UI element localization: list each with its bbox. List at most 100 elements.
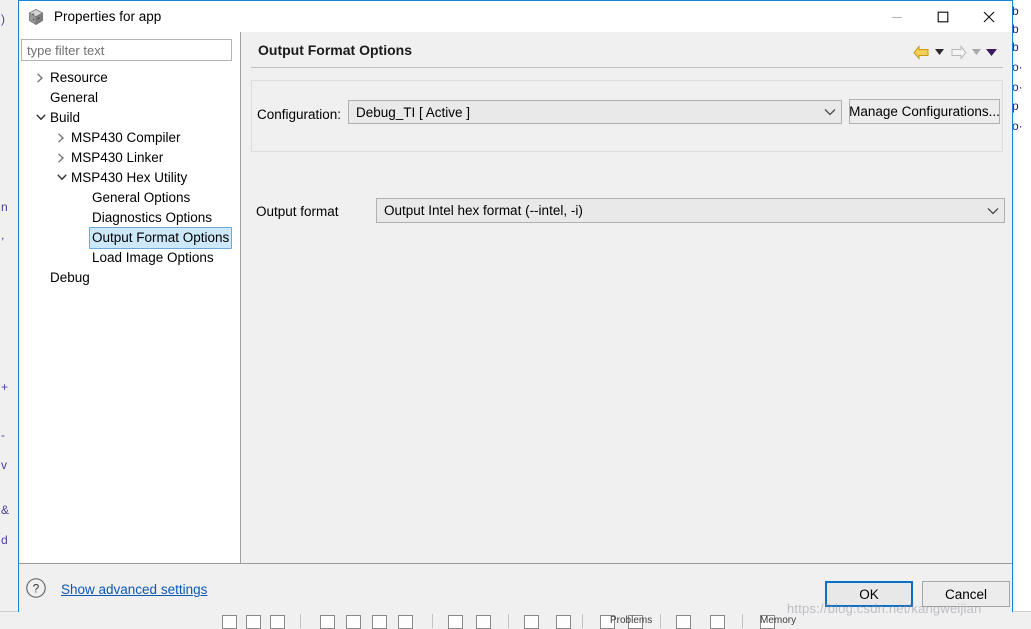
properties-dialog: Properties for app type filter text Reso… [18, 0, 1013, 612]
background-toolbar-label: Memory [760, 615, 797, 626]
ok-button[interactable]: OK [825, 581, 913, 607]
background-toolbar-icon [222, 615, 237, 629]
background-text-fragment: o· [1012, 80, 1023, 94]
manage-configurations-button[interactable]: Manage Configurations... [849, 99, 1000, 124]
show-advanced-settings-link[interactable]: Show advanced settings [61, 582, 207, 597]
chevron-down-icon [935, 49, 944, 55]
search-input[interactable] [21, 39, 232, 61]
tree-item-label: Output Format Options [89, 227, 233, 249]
back-arrow-icon [912, 44, 928, 60]
background-text-fragment: d [1, 533, 8, 547]
background-text-fragment: p [1012, 99, 1019, 113]
minimize-icon [892, 16, 902, 18]
chevron-down-icon [982, 207, 1004, 215]
background-toolbar-separator [660, 614, 661, 628]
tree-item-debug[interactable]: Debug [19, 268, 240, 288]
background-toolbar-separator [742, 614, 743, 628]
background-toolbar-icon [556, 615, 571, 629]
maximize-icon [937, 11, 949, 22]
background-toolbar-separator [508, 614, 509, 628]
tree-item-label: Debug [50, 270, 90, 285]
tree-item-build[interactable]: Build [19, 108, 240, 128]
tree-item-label: General [50, 90, 99, 105]
cube-icon [27, 8, 45, 26]
background-toolbar-icon [372, 615, 387, 629]
output-format-dropdown[interactable]: Output Intel hex format (--intel, -i) [376, 198, 1005, 223]
configuration-label: Configuration: [257, 107, 342, 122]
background-toolbar-icon [524, 615, 539, 629]
page-header: Output Format Options [251, 37, 1003, 68]
dialog-content: Resource General Build MSP430 Compiler MSP43… [19, 32, 1012, 563]
configuration-value: Debug_TI [ Active ] [356, 104, 471, 120]
settings-page-pane: Output Format Options Configuration: Deb… [242, 32, 1012, 563]
back-history-dropdown[interactable] [932, 42, 947, 62]
background-text-fragment: - [1, 428, 5, 442]
close-icon [983, 11, 995, 22]
forward-button[interactable] [947, 42, 969, 62]
tree-item-general[interactable]: General [19, 88, 240, 108]
background-text-fragment: & [1, 503, 10, 517]
chevron-right-icon[interactable] [54, 128, 68, 148]
svg-text:?: ? [33, 582, 40, 596]
chevron-down-icon[interactable] [33, 108, 47, 128]
dialog-titlebar[interactable]: Properties for app [19, 1, 1012, 32]
page-nav-icons [910, 42, 999, 62]
tree-item-label: Diagnostics Options [92, 210, 213, 225]
tree-item-label: General Options [92, 190, 191, 205]
tree-item-resource[interactable]: Resource [19, 68, 240, 88]
chevron-down-icon [972, 49, 981, 55]
tree-item-load-image-options[interactable]: Load Image Options [19, 248, 240, 268]
chevron-right-icon[interactable] [54, 148, 68, 168]
tree-item-label: Resource [50, 70, 108, 85]
chevron-down-icon [819, 108, 841, 116]
background-toolbar-separator [582, 614, 583, 628]
background-toolbar-strip: Problems Memory [0, 611, 1031, 629]
tree-item-general-options[interactable]: General Options [19, 188, 240, 208]
dialog-footer: ? Show advanced settings OK Cancel [19, 563, 1012, 612]
cancel-button[interactable]: Cancel [922, 581, 1010, 607]
close-button[interactable] [966, 1, 1012, 32]
page-menu-button[interactable] [984, 42, 999, 62]
background-toolbar-icon [246, 615, 261, 629]
chevron-down-icon[interactable] [54, 168, 68, 188]
tree-item-label: Build [50, 110, 81, 125]
background-toolbar-icon [320, 615, 335, 629]
forward-history-dropdown[interactable] [969, 42, 984, 62]
configuration-dropdown[interactable]: Debug_TI [ Active ] [348, 100, 842, 124]
tree-item-msp430-compiler[interactable]: MSP430 Compiler [19, 128, 240, 148]
background-text-fragment: n [1, 200, 8, 214]
tree-item-diagnostics-options[interactable]: Diagnostics Options [19, 208, 240, 228]
background-toolbar-separator [432, 614, 433, 628]
background-text-fragment: , [1, 228, 5, 242]
maximize-button[interactable] [920, 1, 966, 32]
background-toolbar-icon [346, 615, 361, 629]
background-toolbar-icon [676, 615, 691, 629]
background-right-strip: b b b o· o· p o· [1010, 0, 1031, 612]
background-toolbar-label: Problems [610, 615, 653, 626]
minimize-button[interactable] [874, 1, 920, 32]
tree-item-msp430-hex-utility[interactable]: MSP430 Hex Utility [19, 168, 240, 188]
tree-item-msp430-linker[interactable]: MSP430 Linker [19, 148, 240, 168]
background-text-fragment: b [1012, 4, 1019, 18]
forward-arrow-icon [951, 44, 967, 60]
chevron-right-icon[interactable] [33, 68, 47, 88]
back-button[interactable] [910, 42, 932, 62]
tree-item-label: MSP430 Hex Utility [71, 170, 188, 185]
background-toolbar-icon [710, 615, 725, 629]
chevron-down-icon [986, 48, 997, 56]
settings-tree: Resource General Build MSP430 Compiler MSP43… [19, 68, 240, 288]
window-controls [874, 1, 1012, 32]
background-text-fragment: b [1012, 22, 1019, 36]
tree-item-output-format-options[interactable]: Output Format Options [19, 227, 240, 249]
background-text-fragment: v [1, 458, 7, 472]
page-title: Output Format Options [258, 42, 412, 58]
settings-tree-pane: Resource General Build MSP430 Compiler MSP43… [19, 32, 241, 563]
background-text-fragment: + [1, 380, 9, 394]
help-icon[interactable]: ? [25, 577, 47, 599]
output-format-label: Output format [256, 204, 339, 219]
